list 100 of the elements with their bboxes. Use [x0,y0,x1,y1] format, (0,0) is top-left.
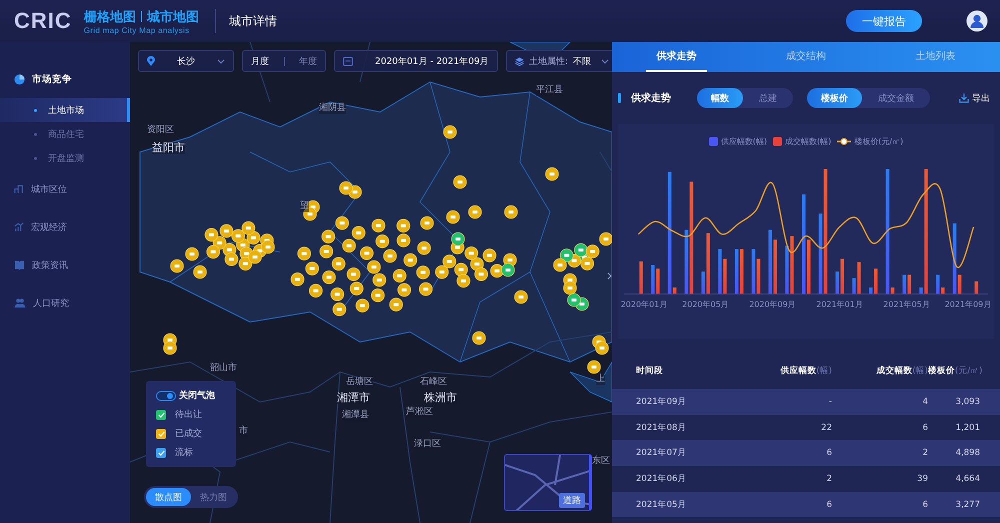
segment-button[interactable]: 总建 [743,88,793,108]
map-marker[interactable] [224,252,238,266]
map-marker[interactable] [356,298,370,312]
map-marker[interactable] [371,288,385,302]
map-marker[interactable] [396,234,410,248]
period-tab[interactable]: 年度 [299,54,317,68]
map-marker[interactable] [392,268,406,283]
map-marker[interactable] [322,230,336,244]
date-range-field[interactable]: 2020年01月 - 2021年09月 [334,50,498,72]
map-marker[interactable] [303,207,317,221]
map-marker[interactable] [248,250,262,264]
map-marker[interactable] [346,267,360,282]
map-marker[interactable] [397,283,412,297]
map-marker[interactable] [587,360,601,374]
sidebar-subitem[interactable]: 开盘监测 [0,146,130,170]
map-marker[interactable] [376,234,390,248]
map-marker[interactable] [417,241,431,255]
city-select[interactable]: 长沙 [138,50,234,72]
view-mode-button[interactable]: 散点图 [146,488,191,506]
map-marker[interactable] [350,282,364,296]
map-marker[interactable] [297,246,311,260]
map-marker[interactable] [586,244,600,258]
export-button[interactable]: 导出 [959,92,990,104]
avatar-icon[interactable] [966,10,988,32]
panel-tab[interactable]: 供求走势 [646,42,708,72]
land-attribute-select[interactable]: 土地属性: 不限 [506,50,612,72]
map-marker[interactable] [474,267,488,281]
map-marker[interactable] [389,298,403,312]
map-marker[interactable] [396,218,410,232]
map-marker[interactable] [372,273,386,287]
map-marker[interactable] [330,287,344,302]
map-marker[interactable] [451,232,465,246]
map-marker[interactable] [220,224,234,238]
map-marker[interactable] [482,248,496,262]
sidebar-item[interactable]: 宏观经济 [0,208,130,246]
map-marker[interactable] [339,181,353,195]
status-checkbox[interactable] [156,448,166,458]
map-marker[interactable] [170,259,184,273]
map-marker[interactable] [404,253,418,267]
sidebar-item[interactable]: 市场竞争 [0,60,130,98]
map-marker[interactable] [367,260,381,274]
map-marker[interactable] [442,254,456,268]
map-marker[interactable] [360,246,374,260]
status-checkbox[interactable] [156,410,166,420]
map-marker[interactable] [193,265,207,279]
map-marker[interactable] [418,282,433,296]
panel-tab[interactable]: 土地列表 [904,42,966,72]
map-marker[interactable] [456,274,470,288]
map-marker[interactable] [185,247,199,261]
map-marker[interactable] [443,125,457,139]
map-marker[interactable] [163,341,177,355]
report-button[interactable]: 一键报告 [846,10,922,32]
map-marker[interactable] [553,258,567,272]
sidebar-item[interactable]: 政策资讯 [0,246,130,284]
minimap[interactable]: 道路 [504,454,592,511]
map-marker[interactable] [204,228,218,242]
map-marker[interactable] [446,210,460,224]
map-marker[interactable] [501,263,515,277]
map-marker[interactable] [206,244,220,259]
map-marker[interactable] [261,240,275,254]
map-marker[interactable] [332,302,346,316]
map-marker[interactable] [290,272,304,286]
map-marker[interactable] [320,244,334,258]
status-checkbox[interactable] [156,428,166,438]
map-marker[interactable] [335,216,349,230]
map-marker[interactable] [420,216,434,230]
map-marker[interactable] [305,262,319,276]
map-marker[interactable] [332,256,346,271]
map-marker[interactable] [242,221,256,235]
segment-button[interactable]: 幅数 [697,88,743,108]
map-marker[interactable] [567,293,581,307]
map-marker[interactable] [453,175,467,189]
view-mode-button[interactable]: 热力图 [191,488,236,506]
segment-button[interactable]: 成交金额 [862,88,930,108]
map-marker[interactable] [416,266,430,280]
panel-tab[interactable]: 成交结构 [775,42,837,72]
map-marker[interactable] [574,243,588,257]
map-marker[interactable] [514,290,528,304]
chevron-right-icon[interactable] [606,271,612,280]
map-marker[interactable] [372,218,386,232]
map-marker[interactable] [435,265,449,279]
map-marker[interactable] [580,256,594,270]
segment-button[interactable]: 楼板价 [807,88,862,108]
sidebar-item[interactable]: 人口研究 [0,284,130,322]
map-marker[interactable] [468,205,482,219]
map-marker[interactable] [599,232,612,246]
map-marker[interactable] [563,281,577,295]
map-marker[interactable] [322,270,336,284]
map-marker[interactable] [545,167,559,181]
map-marker[interactable] [342,238,356,253]
map-marker[interactable] [504,205,518,219]
sidebar-subitem[interactable]: 商品住宅 [0,122,130,146]
sidebar-subitem[interactable]: 土地市场 [0,98,130,122]
map-marker[interactable] [464,246,478,260]
map-marker[interactable] [352,226,366,240]
sidebar-item[interactable]: 城市区位 [0,170,130,208]
map-marker[interactable] [472,331,486,345]
period-tab[interactable]: 月度 [251,54,269,68]
map-marker[interactable] [309,284,323,298]
bubble-switch[interactable] [156,390,176,400]
